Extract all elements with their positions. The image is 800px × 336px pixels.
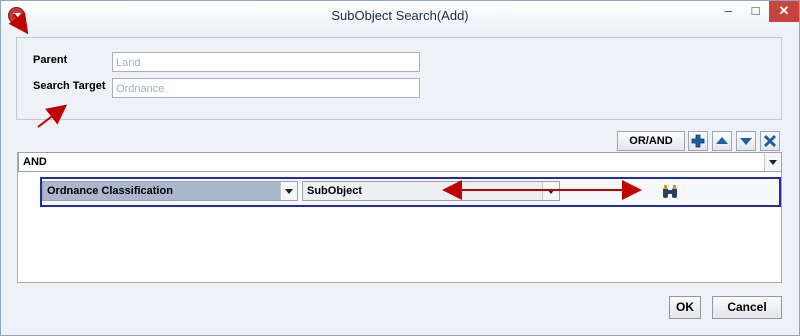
chevron-down-icon[interactable] xyxy=(542,182,559,200)
attribute-select[interactable]: Ordnance Classification xyxy=(42,181,298,201)
operator-select[interactable]: AND xyxy=(18,152,782,172)
arrow-down-icon xyxy=(740,138,752,145)
operator-select-value: AND xyxy=(23,156,47,168)
minimize-button[interactable]: – xyxy=(715,1,742,22)
attribute-select-value: Ordnance Classification xyxy=(47,185,173,197)
or-and-button[interactable]: OR/AND xyxy=(617,131,685,151)
move-up-button[interactable] xyxy=(712,131,732,151)
parent-label: Parent xyxy=(33,54,68,66)
close-button[interactable]: ✕ xyxy=(769,1,799,22)
title-bar: SubObject Search(Add) – □ ✕ xyxy=(1,1,799,29)
add-condition-button[interactable] xyxy=(688,131,708,151)
target-select-value: SubObject xyxy=(307,185,363,197)
maximize-button[interactable]: □ xyxy=(742,1,769,22)
chevron-down-icon[interactable] xyxy=(764,153,781,171)
arrow-up-icon xyxy=(716,137,728,144)
move-down-button[interactable] xyxy=(736,131,756,151)
parent-field[interactable]: Land xyxy=(112,52,420,72)
binoculars-icon xyxy=(663,185,677,198)
plus-icon xyxy=(691,134,705,148)
search-target-field[interactable]: Ordnance xyxy=(112,78,420,98)
search-icon-button[interactable] xyxy=(661,183,679,201)
ok-button[interactable]: OK xyxy=(669,296,701,319)
close-icon xyxy=(763,134,777,148)
remove-condition-button[interactable] xyxy=(760,131,780,151)
chevron-down-icon[interactable] xyxy=(280,182,297,200)
window-title: SubObject Search(Add) xyxy=(331,8,469,23)
target-select[interactable]: SubObject xyxy=(302,181,560,201)
search-target-label: Search Target xyxy=(33,80,106,92)
cancel-button[interactable]: Cancel xyxy=(712,296,782,319)
